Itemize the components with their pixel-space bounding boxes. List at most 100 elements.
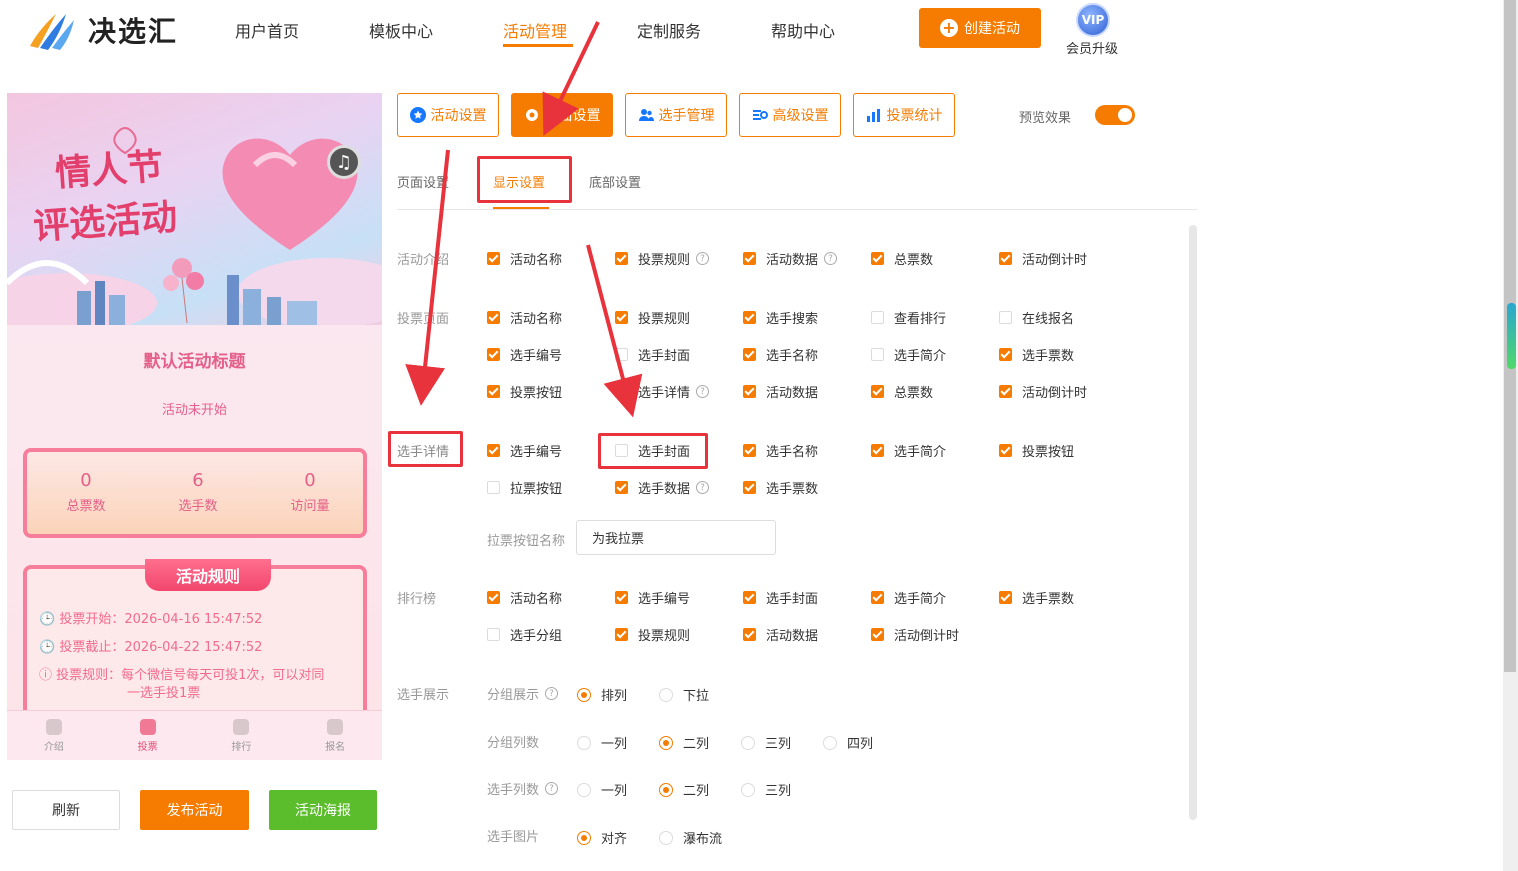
checkbox-vote-name[interactable]: 活动名称: [487, 308, 562, 327]
radio-group-columns-2[interactable]: 二列: [659, 733, 709, 752]
checkbox-detail-cover[interactable]: 选手封面: [615, 441, 690, 460]
stat-total-votes: 0 总票数: [66, 470, 106, 514]
logo-icon: [30, 14, 74, 50]
bar-chart-icon: [866, 109, 880, 122]
checkbox-detail-player-votes[interactable]: 选手票数: [743, 478, 818, 497]
tool-player-management[interactable]: 选手管理: [625, 93, 727, 137]
tool-advanced-settings[interactable]: 高级设置: [739, 93, 841, 137]
nav-active-underline: [503, 44, 573, 47]
help-icon[interactable]: ?: [545, 687, 559, 700]
checkbox-rank-rules[interactable]: 投票规则: [615, 625, 690, 644]
vip-upgrade-link[interactable]: 会员升级: [1066, 38, 1118, 57]
checkbox-vote-view-rank[interactable]: 查看排行: [871, 308, 946, 327]
help-icon[interactable]: ?: [696, 385, 710, 398]
checkbox-rank-cover[interactable]: 选手封面: [743, 588, 818, 607]
subtab-page-settings[interactable]: 页面设置: [397, 172, 449, 191]
checkbox-rank-intro[interactable]: 选手简介: [871, 588, 946, 607]
tool-vote-statistics[interactable]: 投票统计: [853, 93, 955, 137]
checkbox-vote-player-detail[interactable]: 选手详情?: [615, 382, 710, 401]
checkbox-vote-button[interactable]: 投票按钮: [487, 382, 562, 401]
checkbox-vote-rules[interactable]: 投票规则: [615, 308, 690, 327]
checkbox-detail-player-data[interactable]: 选手数据?: [615, 478, 710, 497]
tab-intro[interactable]: 介绍: [7, 711, 101, 760]
help-icon[interactable]: ?: [696, 252, 710, 265]
group-display-label: 分组展示?: [487, 684, 559, 703]
signup-icon: [327, 718, 344, 735]
stat-visits: 0 访问量: [290, 470, 330, 514]
section-label-display: 选手展示: [397, 688, 450, 703]
tab-vote[interactable]: 投票: [101, 711, 195, 760]
settings-scrollbar[interactable]: [1189, 225, 1197, 820]
checkbox-vote-player-name[interactable]: 选手名称: [743, 345, 818, 364]
checkbox-vote-player-number[interactable]: 选手编号: [487, 345, 562, 364]
nav-help[interactable]: 帮助中心: [771, 18, 835, 42]
banner-title-line2: 评选活动: [31, 196, 179, 248]
help-icon[interactable]: ?: [696, 481, 710, 494]
city-skyline: [77, 275, 317, 325]
checkbox-vote-player-cover[interactable]: 选手封面: [615, 345, 690, 364]
vip-icon[interactable]: VIP: [1076, 3, 1110, 37]
checkbox-intro-name[interactable]: 活动名称: [487, 249, 562, 268]
stat-players: 6 选手数: [178, 470, 218, 514]
checkbox-vote-online-signup[interactable]: 在线报名: [999, 308, 1074, 327]
checkbox-rank-data[interactable]: 活动数据: [743, 625, 818, 644]
intro-icon: [45, 718, 62, 735]
radio-group-columns-4[interactable]: 四列: [823, 733, 873, 752]
subtab-divider: [397, 209, 1197, 210]
radio-group-display-list[interactable]: 排列: [577, 685, 627, 704]
radio-group-columns-3[interactable]: 三列: [741, 733, 791, 752]
checkbox-rank-number[interactable]: 选手编号: [615, 588, 690, 607]
canvass-button-name-input[interactable]: [576, 520, 776, 555]
help-icon[interactable]: ?: [545, 782, 559, 795]
refresh-button[interactable]: 刷新: [12, 790, 120, 830]
radio-group-display-dropdown[interactable]: 下拉: [659, 685, 709, 704]
create-activity-button[interactable]: + 创建活动: [919, 8, 1041, 48]
checkbox-detail-vote-button[interactable]: 投票按钮: [999, 441, 1074, 460]
radio-player-columns-2[interactable]: 二列: [659, 780, 709, 799]
activity-status: 活动未开始: [161, 403, 227, 418]
checkbox-rank-countdown[interactable]: 活动倒计时: [871, 625, 959, 644]
checkbox-vote-countdown[interactable]: 活动倒计时: [999, 382, 1087, 401]
help-icon[interactable]: ?: [824, 252, 838, 265]
publish-button[interactable]: 发布活动: [140, 790, 249, 830]
checkbox-vote-player-votes[interactable]: 选手票数: [999, 345, 1074, 364]
users-icon: [638, 109, 654, 121]
checkbox-intro-data[interactable]: 活动数据?: [743, 249, 838, 268]
phone-preview: ♫ 情人节 评选活动 默认活动标题 活动未开始 0 总票数 6 选手数 0 访问量 活…: [7, 93, 382, 760]
tab-rank[interactable]: 排行: [195, 711, 289, 760]
rules-title: 活动规则: [145, 559, 271, 591]
tool-activity-settings[interactable]: 活动设置: [397, 93, 499, 137]
checkbox-detail-canvass-button[interactable]: 拉票按钮: [487, 478, 562, 497]
checkbox-intro-rules[interactable]: 投票规则?: [615, 249, 710, 268]
checkbox-vote-search[interactable]: 选手搜索: [743, 308, 818, 327]
checkbox-detail-name[interactable]: 选手名称: [743, 441, 818, 460]
radio-group-columns-1[interactable]: 一列: [577, 733, 627, 752]
radio-player-columns-3[interactable]: 三列: [741, 780, 791, 799]
subtab-footer-settings[interactable]: 底部设置: [589, 172, 641, 191]
checkbox-vote-player-intro[interactable]: 选手简介: [871, 345, 946, 364]
nav-templates[interactable]: 模板中心: [369, 18, 433, 42]
preview-effect-label: 预览效果: [1019, 111, 1072, 126]
radio-player-columns-1[interactable]: 一列: [577, 780, 627, 799]
checkbox-intro-total-votes[interactable]: 总票数: [871, 249, 933, 268]
music-icon[interactable]: ♫: [327, 145, 361, 179]
radio-player-image-waterfall[interactable]: 瀑布流: [659, 828, 722, 847]
radio-player-image-align[interactable]: 对齐: [577, 828, 627, 847]
section-label-intro: 活动介绍: [397, 253, 450, 268]
checkbox-rank-votes[interactable]: 选手票数: [999, 588, 1074, 607]
poster-button[interactable]: 活动海报: [269, 790, 377, 830]
preview-effect-toggle[interactable]: [1095, 105, 1135, 125]
checkbox-rank-group[interactable]: 选手分组: [487, 625, 562, 644]
nav-activity-management[interactable]: 活动管理: [503, 18, 567, 42]
nav-home[interactable]: 用户首页: [235, 18, 299, 42]
checkbox-detail-intro[interactable]: 选手简介: [871, 441, 946, 460]
tool-page-settings[interactable]: 页面设置: [511, 93, 613, 137]
rule-end: 🕒 投票截止：2026-04-22 15:47:52: [39, 640, 263, 655]
tab-signup[interactable]: 报名: [288, 711, 382, 760]
checkbox-vote-activity-data[interactable]: 活动数据: [743, 382, 818, 401]
nav-custom-service[interactable]: 定制服务: [637, 18, 701, 42]
checkbox-rank-name[interactable]: 活动名称: [487, 588, 562, 607]
checkbox-vote-total-votes[interactable]: 总票数: [871, 382, 933, 401]
checkbox-detail-number[interactable]: 选手编号: [487, 441, 562, 460]
checkbox-intro-countdown[interactable]: 活动倒计时: [999, 249, 1087, 268]
